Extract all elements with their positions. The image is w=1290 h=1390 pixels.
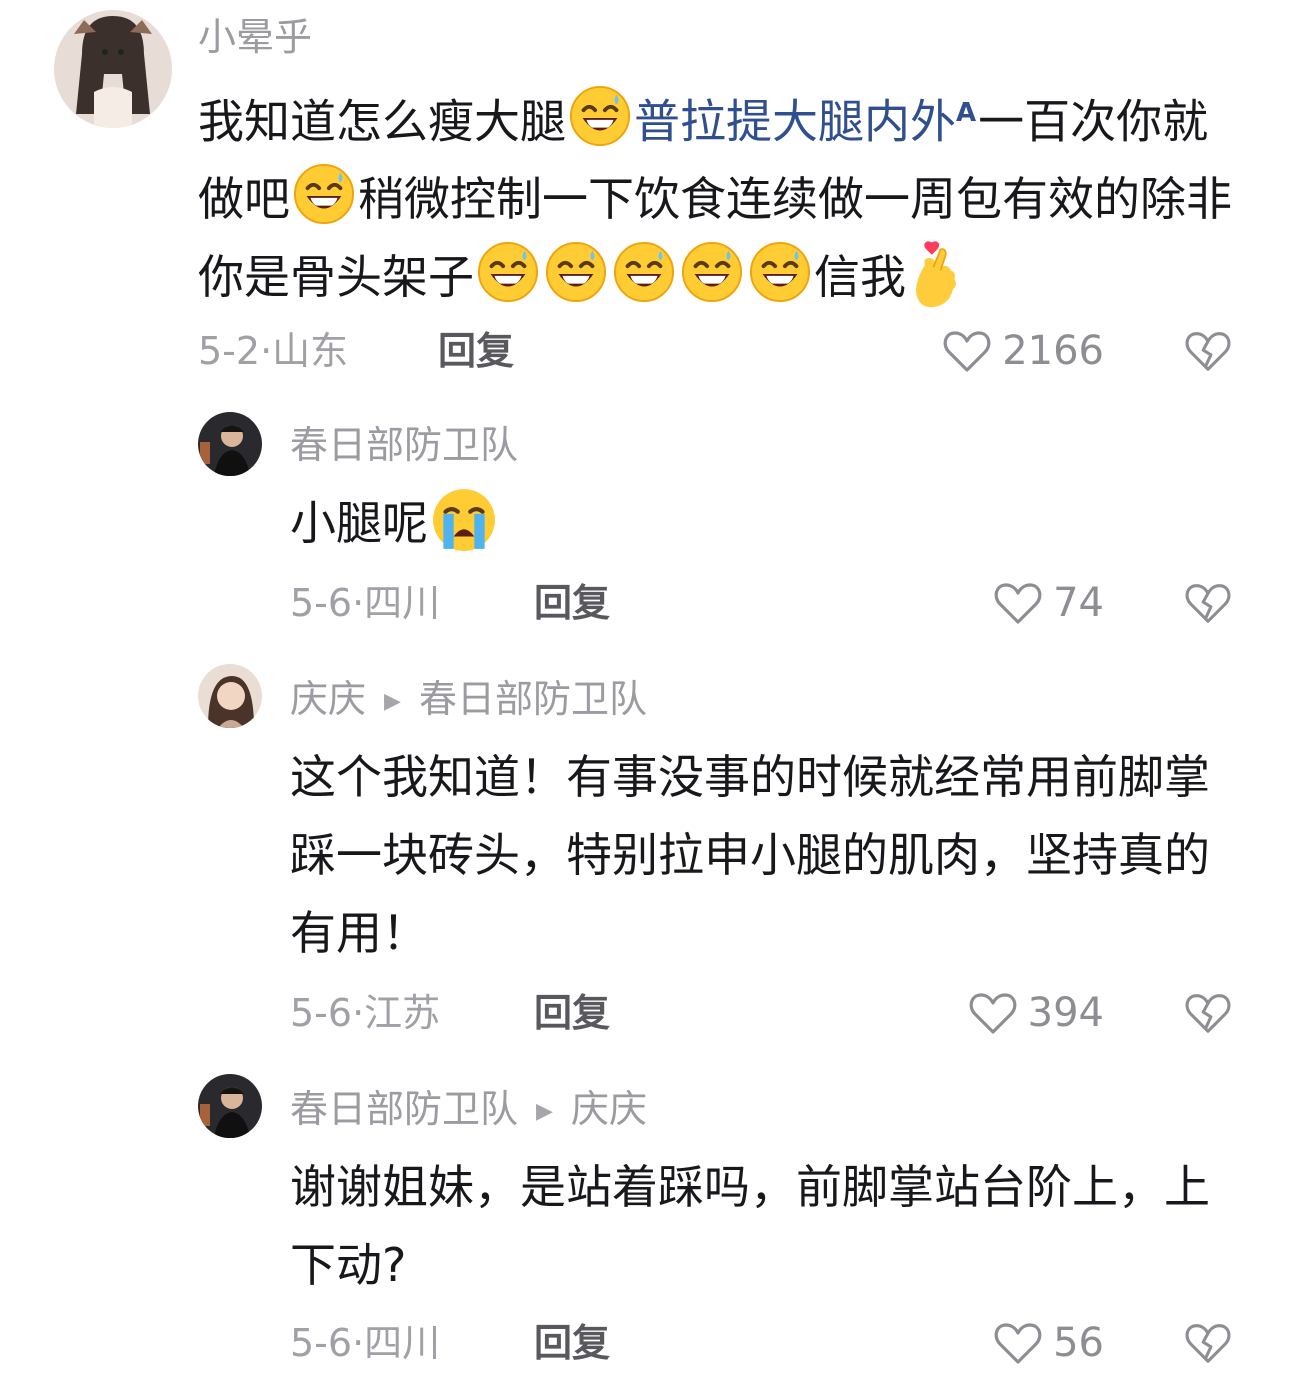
comment-text: 谢谢姐妹，是站着踩吗，前脚掌站台阶上，上下动? [290, 1160, 1210, 1292]
reply-to-author[interactable]: 庆庆 [571, 1087, 647, 1131]
comment-date: 5-2 [198, 329, 261, 373]
comment-author-line: 庆庆 ▶ 春日部防卫队 [290, 676, 647, 725]
comment-text: 小腿呢 [290, 484, 1230, 562]
comment-meta: 5-6·四川 [290, 1321, 441, 1365]
like-count: 2166 [1002, 328, 1104, 374]
broken-heart-icon[interactable] [1184, 1320, 1232, 1366]
search-lens-icon[interactable]: 𝗔 [956, 98, 976, 128]
broken-heart-icon[interactable] [1184, 990, 1232, 1036]
comment-text: 我知道怎么瘦大腿 普拉提大腿内外𝗔一百次你就做吧 稍微控制一下饮食连续做一周包有效的… [198, 74, 1238, 316]
grinning-sweat-emoji [545, 241, 607, 303]
comment-location: 山东 [272, 329, 349, 373]
reply-arrow-icon: ▶ [536, 1098, 553, 1124]
grinning-sweat-emoji [477, 241, 539, 303]
comment-text-segment: 我知道怎么瘦大腿 [198, 94, 566, 149]
like-button[interactable]: 74 [993, 578, 1104, 628]
finger-heart-emoji [909, 239, 965, 309]
heart-outline-icon [942, 328, 992, 374]
reply-button[interactable]: 回复 [534, 580, 610, 626]
comment-location: 四川 [364, 581, 441, 625]
like-count: 74 [1053, 580, 1104, 626]
comment-text-segment: 小腿呢 [290, 496, 428, 550]
grinning-sweat-emoji [613, 241, 675, 303]
grinning-sweat-emoji [569, 85, 631, 147]
broken-heart-icon[interactable] [1184, 580, 1232, 626]
comment-author[interactable]: 庆庆 [290, 677, 366, 721]
comment-meta: 5-6·江苏 [290, 991, 441, 1035]
loudly-crying-emoji [431, 487, 497, 553]
comment-text: 这个我知道！有事没事的时候就经常用前脚掌踩一块砖头，特别拉申小腿的肌肉，坚持真的… [290, 750, 1210, 960]
comment-meta: 5-6·四川 [290, 581, 441, 625]
comment-reply-item: 春日部防卫队 小腿呢 5-6·四川 回复 74 [0, 400, 1290, 650]
comment-author[interactable]: 小晕乎 [198, 14, 312, 60]
like-count: 56 [1053, 1320, 1104, 1366]
comment-date: 5-6 [290, 581, 353, 625]
reply-to-author[interactable]: 春日部防卫队 [419, 677, 647, 721]
comment-author[interactable]: 春日部防卫队 [290, 422, 518, 468]
grinning-sweat-emoji [681, 241, 743, 303]
comment-author-line: 春日部防卫队 ▶ 庆庆 [290, 1086, 647, 1135]
comment-reply-item: 春日部防卫队 ▶ 庆庆 谢谢姐妹，是站着踩吗，前脚掌站台阶上，上下动? 5-6·四川… [0, 1070, 1290, 1390]
search-keyword-link[interactable]: 普拉提大腿内外 [634, 94, 956, 148]
avatar[interactable] [198, 664, 262, 728]
reply-button[interactable]: 回复 [438, 328, 514, 374]
comment-location: 江苏 [364, 991, 441, 1035]
comment-date: 5-6 [290, 1321, 353, 1365]
comment-date: 5-6 [290, 991, 353, 1035]
like-count: 394 [1027, 990, 1104, 1036]
avatar[interactable] [198, 1074, 262, 1138]
broken-heart-icon[interactable] [1184, 328, 1232, 374]
avatar[interactable] [54, 10, 172, 128]
comment-location: 四川 [364, 1321, 441, 1365]
like-button[interactable]: 56 [993, 1318, 1104, 1368]
like-button[interactable]: 394 [968, 988, 1104, 1038]
comment-author[interactable]: 春日部防卫队 [290, 1087, 518, 1131]
comment-item: 小晕乎 我知道怎么瘦大腿 普拉提大腿内外𝗔一百次你就做吧 稍微控制一下饮食连续做一周… [0, 0, 1290, 390]
grinning-sweat-emoji [293, 163, 355, 225]
heart-outline-icon [993, 580, 1043, 626]
comment-text-segment: 信我 [814, 250, 906, 305]
reply-arrow-icon: ▶ [384, 688, 401, 714]
heart-outline-icon [968, 990, 1018, 1036]
heart-outline-icon [993, 1320, 1043, 1366]
comment-reply-item: 庆庆 ▶ 春日部防卫队 这个我知道！有事没事的时候就经常用前脚掌踩一块砖头，特别拉申… [0, 660, 1290, 1060]
reply-button[interactable]: 回复 [534, 1320, 610, 1366]
grinning-sweat-emoji [749, 241, 811, 303]
avatar[interactable] [198, 412, 262, 476]
like-button[interactable]: 2166 [942, 326, 1104, 376]
reply-button[interactable]: 回复 [534, 990, 610, 1036]
comment-meta: 5-2·山东 [198, 329, 349, 373]
